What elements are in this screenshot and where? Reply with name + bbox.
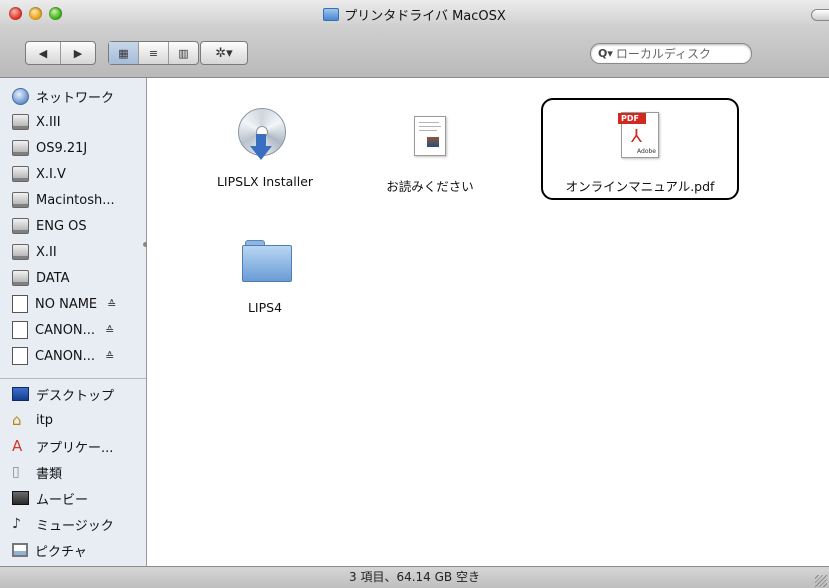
desktop-icon	[12, 387, 29, 401]
file-browser-area: LIPSLX Installer お読みください PDF ⅄ Adobe オンラ…	[147, 78, 829, 566]
hard-disk-icon	[12, 114, 29, 130]
toolbar: ◀ ▶ ▦ ≡ ▥ ✲▾ Q▾	[0, 27, 829, 78]
search-field[interactable]: Q▾	[590, 43, 752, 64]
eject-icon[interactable]: ≙	[107, 298, 116, 311]
sidebar-item-label: CANON...	[35, 348, 96, 364]
sidebar-item-volume[interactable]: X.I.V	[12, 163, 66, 185]
readme-document-icon	[395, 102, 465, 172]
sidebar-item-label: X.III	[36, 114, 61, 130]
action-menu-button[interactable]: ✲▾	[200, 41, 248, 65]
sidebar-item-label: ミュージック	[36, 518, 114, 534]
sidebar-item-volume[interactable]: OS9.21J	[12, 137, 87, 159]
cd-installer-icon	[230, 100, 300, 170]
resize-grip[interactable]	[815, 575, 827, 587]
sidebar-item-label: ネットワーク	[36, 90, 115, 106]
toolbar-toggle-button[interactable]	[811, 9, 829, 21]
music-icon: ♪	[12, 516, 21, 532]
sidebar-item-label: Macintosh...	[36, 192, 115, 208]
search-input[interactable]	[612, 46, 742, 61]
sidebar-item-label: X.II	[36, 244, 57, 260]
search-icon: Q▾	[598, 47, 613, 60]
sidebar-item-label: デスクトップ	[36, 388, 115, 404]
sidebar-item-volume[interactable]: ENG OS	[12, 215, 87, 237]
file-name: LIPSLX Installer	[216, 174, 314, 189]
network-icon	[12, 87, 29, 105]
hard-disk-icon	[12, 244, 29, 260]
sidebar-item-volume[interactable]: X.II	[12, 241, 57, 263]
column-view-button[interactable]: ▥	[169, 42, 198, 64]
status-text: 3 項目、64.14 GB 空き	[349, 570, 480, 584]
sidebar-item-documents[interactable]: ▯ 書類	[12, 461, 62, 483]
sidebar-item-movies[interactable]: ムービー	[12, 487, 88, 509]
sidebar-item-volume[interactable]: Macintosh...	[12, 189, 115, 211]
hard-disk-icon	[12, 192, 29, 208]
sidebar-item-music[interactable]: ♪ ミュージック	[12, 513, 114, 535]
list-view-button[interactable]: ≡	[139, 42, 169, 64]
hard-disk-icon	[12, 270, 29, 286]
sidebar-item-removable[interactable]: NO NAME ≙	[12, 293, 116, 315]
eject-icon[interactable]: ≙	[105, 324, 114, 337]
removable-disk-icon	[12, 347, 28, 365]
file-item[interactable]: LIPSLX Installer	[190, 100, 340, 189]
finder-window: プリンタドライバ MacOSX ◀ ▶ ▦ ≡ ▥ ✲▾ Q▾ ネットワーク X…	[0, 0, 829, 588]
sidebar-item-label: X.I.V	[36, 166, 66, 182]
sidebar-item-applications[interactable]: A アプリケー...	[12, 435, 113, 457]
sidebar-item-label: アプリケー...	[36, 440, 114, 456]
sidebar-item-removable[interactable]: CANON... ≙	[12, 319, 114, 341]
title-bar[interactable]: プリンタドライバ MacOSX	[0, 0, 829, 27]
applications-icon: A	[12, 437, 23, 455]
sidebar-item-pictures[interactable]: ピクチャ	[12, 539, 87, 561]
removable-disk-icon	[12, 321, 28, 339]
window-title-text: プリンタドライバ MacOSX	[344, 9, 506, 24]
hard-disk-icon	[12, 166, 29, 182]
back-button[interactable]: ◀	[26, 42, 61, 64]
folder-icon	[230, 226, 300, 296]
sidebar: ネットワーク X.III OS9.21J X.I.V Macintosh... …	[0, 78, 147, 566]
window-title: プリンタドライバ MacOSX	[0, 5, 829, 24]
home-icon: ⌂	[12, 411, 22, 429]
folder-icon	[323, 8, 340, 21]
folder-item[interactable]: LIPS4	[190, 226, 340, 315]
back-forward-control: ◀ ▶	[25, 41, 96, 65]
sidebar-item-label: 書類	[36, 466, 63, 482]
removable-disk-icon	[12, 295, 28, 313]
file-item[interactable]: お読みください	[355, 102, 505, 195]
sidebar-item-label: itp	[36, 412, 53, 428]
icon-view-button[interactable]: ▦	[109, 42, 139, 64]
status-bar: 3 項目、64.14 GB 空き	[0, 566, 829, 588]
folder-name: LIPS4	[247, 300, 283, 315]
sidebar-item-label: ENG OS	[36, 218, 87, 234]
movies-icon	[12, 491, 29, 505]
sidebar-item-label: CANON...	[35, 322, 96, 338]
sidebar-item-label: NO NAME	[35, 296, 98, 312]
eject-icon[interactable]: ≙	[105, 350, 114, 363]
view-mode-control: ▦ ≡ ▥	[108, 41, 199, 65]
sidebar-item-label: ムービー	[36, 492, 89, 508]
sidebar-item-desktop[interactable]: デスクトップ	[12, 383, 114, 405]
sidebar-item-volume[interactable]: X.III	[12, 111, 61, 133]
sidebar-item-label: OS9.21J	[36, 140, 88, 156]
hard-disk-icon	[12, 140, 29, 156]
pictures-icon	[12, 543, 28, 557]
forward-button[interactable]: ▶	[61, 42, 95, 64]
callout-highlight-box	[541, 98, 739, 200]
hard-disk-icon	[12, 218, 29, 234]
file-name: お読みください	[386, 179, 474, 194]
sidebar-item-removable[interactable]: CANON... ≙	[12, 345, 114, 367]
sidebar-item-label: ピクチャ	[35, 544, 87, 560]
sidebar-item-network[interactable]: ネットワーク	[12, 85, 114, 107]
documents-icon: ▯	[12, 464, 20, 480]
sidebar-item-home[interactable]: ⌂ itp	[12, 409, 53, 431]
sidebar-item-volume[interactable]: DATA	[12, 267, 70, 289]
sidebar-item-label: DATA	[36, 270, 70, 286]
sidebar-divider	[0, 378, 146, 379]
